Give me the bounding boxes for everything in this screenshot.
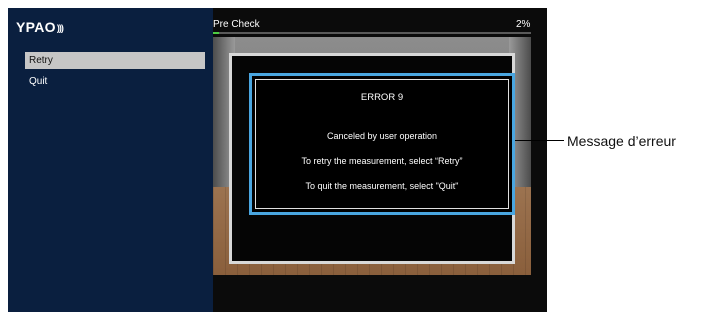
error-dialog: ERROR 9 Canceled by user operation To re… bbox=[255, 79, 509, 209]
sidebar: YPAO))) Retry Quit bbox=[8, 8, 213, 312]
callout-line bbox=[515, 140, 564, 141]
callout-label: Message d’erreur bbox=[567, 133, 676, 149]
menu-item-quit[interactable]: Quit bbox=[25, 73, 205, 90]
error-title: ERROR 9 bbox=[360, 92, 404, 103]
retry-instruction: To retry the measurement, select “Retry” bbox=[301, 156, 463, 166]
progress-fill bbox=[213, 32, 220, 34]
page-title: Pre Check bbox=[213, 19, 260, 30]
error-reason: Canceled by user operation bbox=[326, 131, 438, 141]
menu-item-retry[interactable]: Retry bbox=[25, 52, 205, 69]
error-dialog-highlight: ERROR 9 Canceled by user operation To re… bbox=[249, 73, 515, 215]
progress-bar bbox=[213, 32, 531, 34]
quit-instruction: To quit the measurement, select "Quit" bbox=[305, 181, 459, 191]
sound-waves-icon: ))) bbox=[56, 23, 64, 33]
ypao-logo: YPAO))) bbox=[16, 19, 64, 35]
progress-percent: 2% bbox=[516, 19, 531, 30]
